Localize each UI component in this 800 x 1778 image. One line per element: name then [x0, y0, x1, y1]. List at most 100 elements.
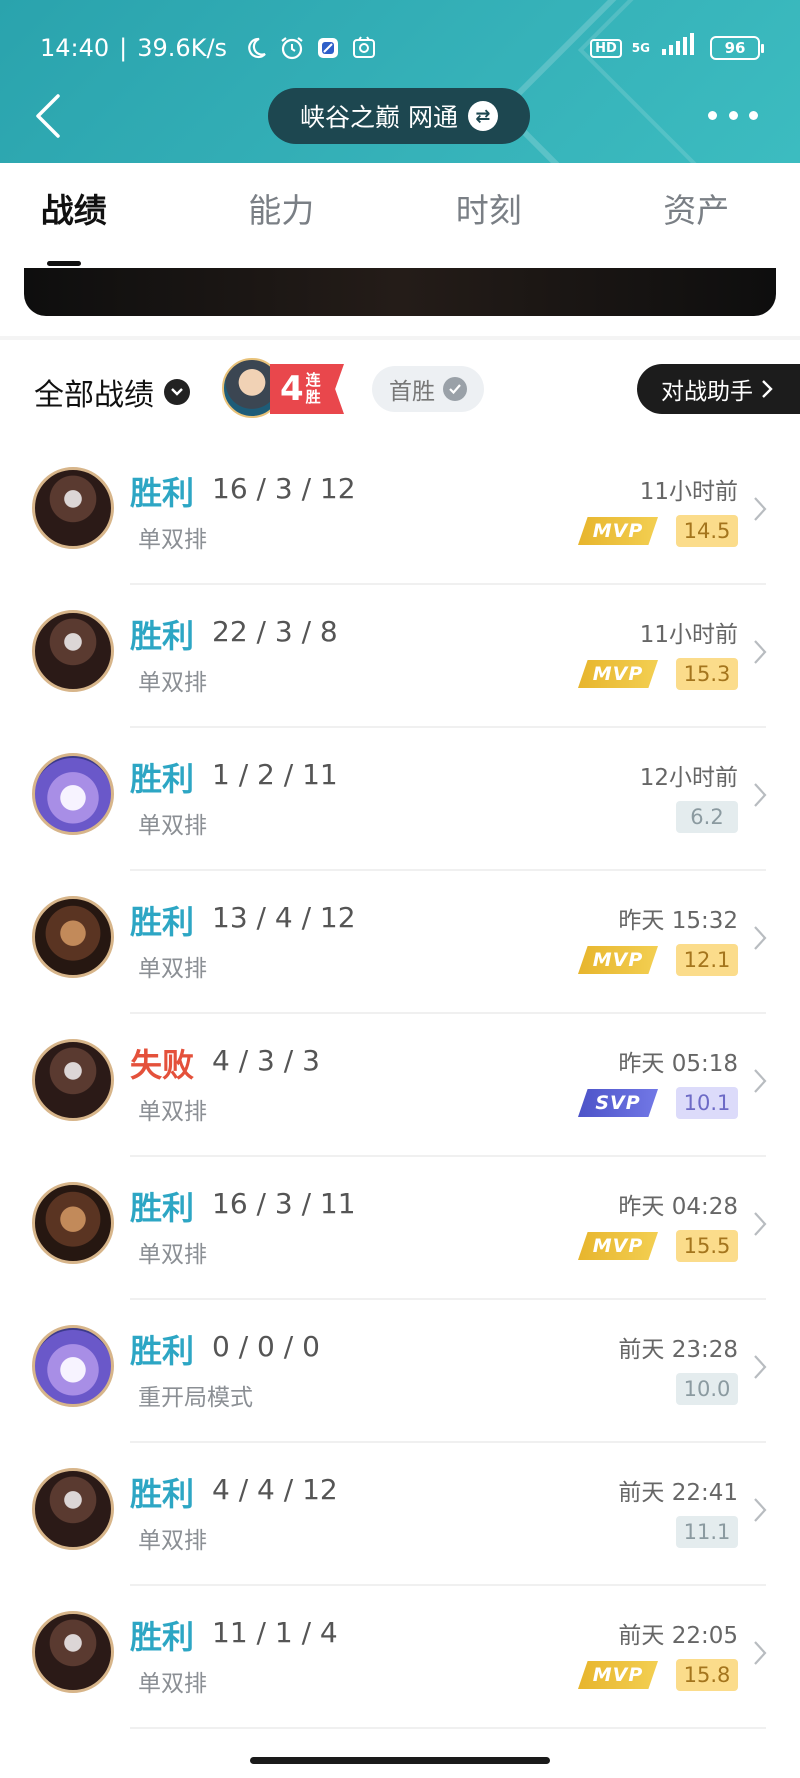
match-row[interactable]: 胜利 16 / 3 / 11 单双排 昨天 04:28 MVP 15.5	[0, 1157, 800, 1300]
match-row[interactable]: 胜利 13 / 4 / 12 单双排 昨天 15:32 MVP 12.1	[0, 871, 800, 1014]
svp-badge: SVP	[578, 1089, 658, 1117]
match-time: 前天 23:28	[618, 1337, 738, 1363]
hero-avatar[interactable]	[32, 467, 114, 549]
match-score: 15.5	[676, 1230, 738, 1262]
match-score-row: 10.0	[676, 1373, 738, 1405]
section-divider	[0, 336, 800, 340]
chevron-right-icon	[750, 1495, 770, 1525]
tab-records[interactable]: 战绩	[0, 181, 149, 266]
match-time: 昨天 15:32	[618, 908, 738, 934]
match-score-row: 11.1	[676, 1516, 738, 1548]
match-score-row: MVP 12.1	[578, 944, 738, 976]
tab-assets[interactable]: 资产	[621, 181, 771, 251]
tab-ability[interactable]: 能力	[206, 181, 356, 251]
status-separator: |	[119, 34, 128, 62]
chevron-right-icon	[750, 1209, 770, 1239]
match-time: 11小时前	[639, 479, 738, 505]
signal-icon	[660, 33, 700, 63]
match-score: 11.1	[676, 1516, 738, 1548]
match-score-row: MVP 14.5	[578, 515, 738, 547]
match-result: 胜利	[130, 760, 195, 798]
match-score: 15.8	[676, 1659, 738, 1691]
swap-icon: ⇄	[467, 101, 498, 131]
match-score: 10.0	[676, 1373, 738, 1405]
hero-avatar[interactable]	[32, 610, 114, 692]
tab-moments[interactable]: 时刻	[414, 181, 564, 251]
notification-app-icon	[315, 35, 341, 61]
match-score-row: SVP 10.1	[578, 1087, 738, 1119]
match-row[interactable]: 胜利 0 / 0 / 0 重开局模式 前天 23:28 10.0	[0, 1300, 800, 1443]
streak-flag: 4 连胜	[270, 364, 344, 414]
row-divider	[130, 1727, 766, 1729]
server-name: 峡谷之巅 网通	[300, 103, 458, 132]
match-row[interactable]: 胜利 22 / 3 / 8 单双排 11小时前 MVP 15.3	[0, 585, 800, 728]
match-result: 失败	[130, 1046, 195, 1084]
match-time: 前天 22:41	[618, 1480, 738, 1506]
chevron-right-icon	[750, 1638, 770, 1668]
match-mode: 单双排	[138, 956, 207, 982]
match-score-row: MVP 15.5	[578, 1230, 738, 1262]
more-menu-button[interactable]	[708, 100, 758, 130]
mvp-badge: MVP	[578, 946, 658, 974]
network-label: 5G	[631, 41, 650, 55]
hero-avatar[interactable]	[32, 753, 114, 835]
hero-avatar[interactable]	[32, 896, 114, 978]
game-app-icon	[351, 35, 377, 61]
chevron-right-icon	[750, 1066, 770, 1096]
chevron-right-icon	[750, 494, 770, 524]
status-speed: 39.6K/s	[137, 34, 228, 62]
match-time: 11小时前	[639, 622, 738, 648]
back-button[interactable]	[28, 90, 68, 142]
chevron-right-icon	[762, 380, 773, 398]
battle-assistant-label: 对战助手	[661, 379, 753, 405]
match-mode: 单双排	[138, 1242, 207, 1268]
match-result: 胜利	[130, 474, 195, 512]
dot-icon	[728, 110, 738, 120]
all-records-dropdown[interactable]: 全部战绩	[34, 370, 190, 414]
battery-indicator: 96	[710, 36, 764, 60]
battle-assistant-button[interactable]: 对战助手	[637, 364, 800, 414]
match-score-row: 6.2	[676, 801, 738, 833]
mvp-badge: MVP	[578, 517, 658, 545]
match-result: 胜利	[130, 1618, 195, 1656]
match-kda: 11 / 1 / 4	[212, 1616, 338, 1649]
match-score: 12.1	[676, 944, 738, 976]
chevron-down-icon	[164, 379, 190, 405]
dot-icon	[708, 110, 717, 120]
hero-avatar[interactable]	[32, 1611, 114, 1693]
match-row[interactable]: 胜利 11 / 1 / 4 单双排 前天 22:05 MVP 15.8	[0, 1586, 800, 1729]
server-switch-button[interactable]: 峡谷之巅 网通 ⇄	[268, 88, 530, 144]
hero-avatar[interactable]	[32, 1325, 114, 1407]
home-indicator[interactable]	[250, 1757, 550, 1764]
match-mode: 单双排	[138, 1671, 207, 1697]
profile-banner[interactable]	[24, 268, 776, 316]
match-list: 胜利 16 / 3 / 12 单双排 11小时前 MVP 14.5 胜利 22 …	[0, 442, 800, 1729]
first-win-label: 首胜	[389, 379, 435, 405]
match-row[interactable]: 胜利 16 / 3 / 12 单双排 11小时前 MVP 14.5	[0, 442, 800, 585]
win-streak-badge[interactable]: 4 连胜	[222, 356, 346, 420]
hero-avatar[interactable]	[32, 1468, 114, 1550]
chevron-right-icon	[750, 923, 770, 953]
match-mode: 重开局模式	[138, 1385, 253, 1411]
match-kda: 22 / 3 / 8	[212, 615, 338, 648]
tab-bar: 战绩 能力 时刻 资产	[0, 163, 800, 268]
match-kda: 1 / 2 / 11	[212, 758, 338, 791]
hero-avatar[interactable]	[32, 1039, 114, 1121]
match-row[interactable]: 胜利 4 / 4 / 12 单双排 前天 22:41 11.1	[0, 1443, 800, 1586]
filter-row: 全部战绩 4 连胜 首胜 对战助手	[0, 356, 800, 426]
all-records-label: 全部战绩	[34, 378, 154, 413]
match-mode: 单双排	[138, 670, 207, 696]
match-result: 胜利	[130, 1189, 195, 1227]
match-time: 昨天 04:28	[618, 1194, 738, 1220]
match-kda: 13 / 4 / 12	[212, 901, 356, 934]
alarm-icon	[279, 35, 305, 61]
first-win-button[interactable]: 首胜	[372, 366, 484, 412]
dot-icon	[749, 110, 758, 120]
moon-icon	[243, 35, 269, 61]
match-time: 前天 22:05	[618, 1623, 738, 1649]
match-time: 昨天 05:18	[618, 1051, 738, 1077]
match-row[interactable]: 胜利 1 / 2 / 11 单双排 12小时前 6.2	[0, 728, 800, 871]
match-row[interactable]: 失败 4 / 3 / 3 单双排 昨天 05:18 SVP 10.1	[0, 1014, 800, 1157]
chevron-right-icon	[750, 637, 770, 667]
hero-avatar[interactable]	[32, 1182, 114, 1264]
